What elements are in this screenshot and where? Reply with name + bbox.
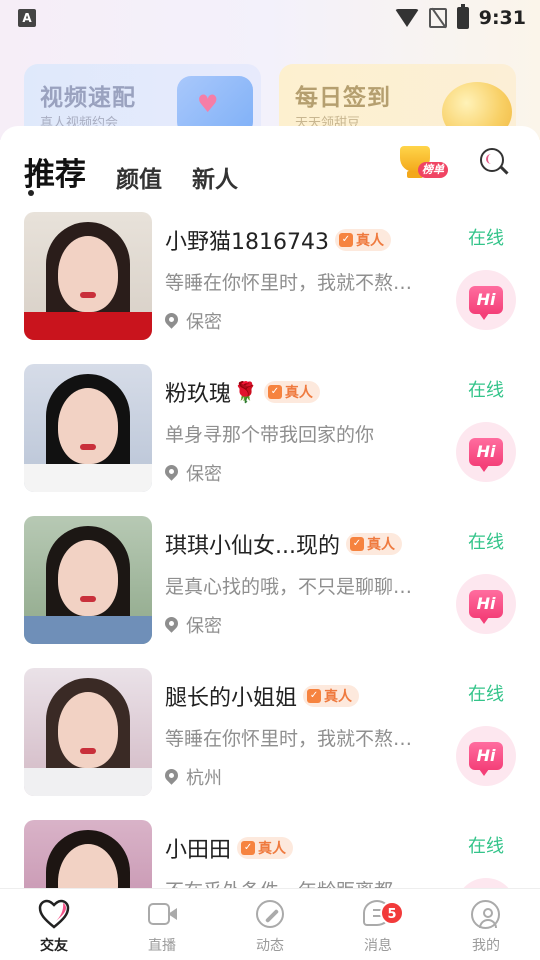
avatar[interactable] <box>24 364 152 492</box>
avatar[interactable] <box>24 516 152 644</box>
location-row: 杭州 <box>165 764 222 790</box>
hi-icon: Hi <box>469 438 503 472</box>
user-bio: 是真心找的哦，不只是聊聊天而已 <box>165 576 420 598</box>
status-bar: A 9:31 <box>0 0 540 36</box>
say-hi-button[interactable]: Hi <box>456 270 516 330</box>
name-row: 小田田 ✓ 真人 <box>165 832 294 864</box>
user-location: 杭州 <box>186 768 222 789</box>
user-card[interactable]: 腿长的小姐姐 ✓ 真人 等睡在你怀里时，我就不熬夜了 杭州 在线 Hi <box>0 668 540 820</box>
nav-label: 直播 <box>148 938 176 954</box>
nav-label: 消息 <box>364 938 392 954</box>
name-row: 粉玖瑰 🌹 ✓ 真人 <box>165 376 320 408</box>
user-bio: 单身寻那个带我回家的你 <box>165 424 375 446</box>
search-button[interactable] <box>480 148 509 176</box>
battery-charging-icon <box>456 4 469 29</box>
online-status: 在线 <box>468 228 504 249</box>
tab-bar: 推荐 颜值 新人 <box>24 144 268 194</box>
verified-badge: ✓ 真人 <box>334 229 391 251</box>
hi-icon: Hi <box>469 590 503 624</box>
main-content: 推荐 颜值 新人 榜单 小野猫1816743 ✓ 真人 等睡在你怀里时，我就不熬夜… <box>0 126 540 948</box>
verified-icon: ✓ <box>349 537 364 551</box>
verified-badge: ✓ 真人 <box>263 381 320 403</box>
nav-profile[interactable]: 我的 <box>432 889 540 960</box>
name-row: 琪琪小仙女...现的 ✓ 真人 <box>165 528 402 560</box>
nav-messages[interactable]: 5 消息 <box>324 889 432 960</box>
user-name: 腿长的小姐姐 <box>165 686 298 711</box>
location-row: 保密 <box>165 460 222 486</box>
nav-live[interactable]: 直播 <box>108 889 216 960</box>
leaderboard-label: 榜单 <box>418 162 448 178</box>
say-hi-button[interactable]: Hi <box>456 726 516 786</box>
message-icon: 5 <box>362 899 404 929</box>
user-location: 保密 <box>186 616 222 637</box>
compass-icon <box>254 899 286 929</box>
location-pin-icon <box>165 465 178 481</box>
tab-newcomers[interactable]: 新人 <box>192 160 238 194</box>
user-bio: 等睡在你怀里时，我就不熬夜了 <box>165 272 420 294</box>
online-status: 在线 <box>468 836 504 857</box>
nav-moments[interactable]: 动态 <box>216 889 324 960</box>
say-hi-button[interactable]: Hi <box>456 574 516 634</box>
nav-label: 我的 <box>472 938 500 954</box>
location-pin-icon <box>165 313 178 329</box>
active-tab-indicator <box>28 190 34 196</box>
profile-icon <box>470 899 502 929</box>
video-match-banner[interactable]: 视频速配 真人视频约会 ♥ <box>24 64 261 134</box>
name-row: 腿长的小姐姐 ✓ 真人 <box>165 680 360 712</box>
user-list: 小野猫1816743 ✓ 真人 等睡在你怀里时，我就不熬夜了 保密 在线 Hi 粉… <box>0 212 540 960</box>
user-card[interactable]: 琪琪小仙女...现的 ✓真人 是真心找的哦，不只是聊聊天而已 保密 在线 Hi <box>0 516 540 668</box>
verified-badge: ✓ 真人 <box>237 837 294 859</box>
verified-icon: ✓ <box>267 385 282 399</box>
hi-icon: Hi <box>469 742 503 776</box>
verified-icon: ✓ <box>241 841 256 855</box>
banner-title: 每日签到 <box>295 85 391 111</box>
nav-dating[interactable]: 交友 <box>0 889 108 960</box>
leaderboard-button[interactable]: 榜单 <box>396 146 452 182</box>
location-pin-icon <box>165 769 178 785</box>
user-card[interactable]: 小野猫1816743 ✓ 真人 等睡在你怀里时，我就不熬夜了 保密 在线 Hi <box>0 212 540 364</box>
online-status: 在线 <box>468 532 504 553</box>
accessibility-app-icon: A <box>18 9 36 27</box>
location-row: 保密 <box>165 612 222 638</box>
unread-badge: 5 <box>380 901 404 925</box>
verified-icon: ✓ <box>307 689 322 703</box>
nav-label: 交友 <box>40 938 68 954</box>
verified-icon: ✓ <box>338 233 353 247</box>
verified-badge: ✓ 真人 <box>303 685 360 707</box>
user-name: 琪琪小仙女...现的 <box>165 534 340 559</box>
user-location: 保密 <box>186 312 222 333</box>
tab-looks[interactable]: 颜值 <box>116 160 162 194</box>
user-name: 小野猫1816743 <box>165 230 329 255</box>
heart-icon <box>38 899 70 929</box>
video-icon <box>146 899 178 929</box>
user-name: 小田田 <box>165 838 232 863</box>
bottom-navigation: 交友 直播 动态 5 消息 我的 <box>0 888 540 960</box>
user-name: 粉玖瑰 <box>165 382 232 407</box>
user-bio: 等睡在你怀里时，我就不熬夜了 <box>165 728 420 750</box>
verified-badge: ✓ 真人 <box>345 533 402 555</box>
status-time: 9:31 <box>478 7 526 29</box>
avatar[interactable] <box>24 212 152 340</box>
daily-checkin-banner[interactable]: 每日签到 天天领甜豆 <box>279 64 516 134</box>
avatar[interactable] <box>24 668 152 796</box>
rose-icon: 🌹 <box>233 380 258 404</box>
location-pin-icon <box>165 617 178 633</box>
say-hi-button[interactable]: Hi <box>456 422 516 482</box>
location-row: 保密 <box>165 308 222 334</box>
user-card[interactable]: 粉玖瑰 🌹 ✓ 真人 单身寻那个带我回家的你 保密 在线 Hi <box>0 364 540 516</box>
name-row: 小野猫1816743 ✓ 真人 <box>165 224 391 256</box>
hi-icon: Hi <box>469 286 503 320</box>
nav-label: 动态 <box>256 938 284 954</box>
user-location: 保密 <box>186 464 222 485</box>
online-status: 在线 <box>468 684 504 705</box>
online-status: 在线 <box>468 380 504 401</box>
wifi-icon <box>394 9 419 27</box>
banner-title: 视频速配 <box>40 85 136 111</box>
tab-recommend[interactable]: 推荐 <box>24 149 86 194</box>
no-sim-icon <box>428 8 447 28</box>
